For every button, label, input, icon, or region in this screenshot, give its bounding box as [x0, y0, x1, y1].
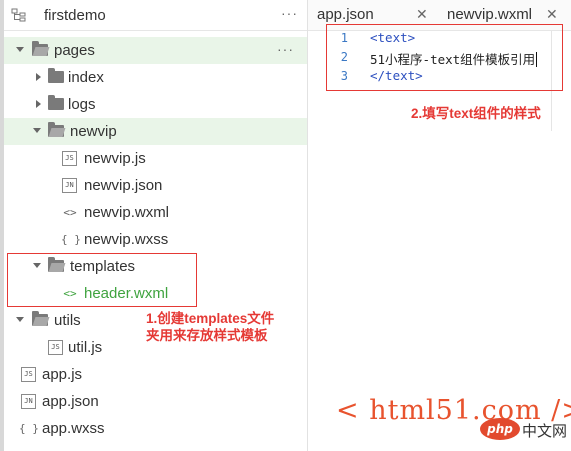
close-icon[interactable]: ✕: [546, 6, 558, 23]
project-more-icon[interactable]: ···: [281, 5, 298, 21]
tree-label: app.js: [42, 366, 83, 383]
tree-label: newvip: [70, 123, 117, 140]
tree-file-newvip-wxml[interactable]: <> newvip.wxml: [4, 199, 307, 226]
close-icon[interactable]: ✕: [416, 6, 428, 23]
file-tree-icon: [11, 8, 26, 22]
tree-file-newvip-wxss[interactable]: { } newvip.wxss: [4, 226, 307, 253]
json-file-icon: JN: [21, 394, 36, 409]
wxss-file-icon: { }: [61, 232, 81, 247]
tab-label: newvip.wxml: [447, 6, 533, 23]
tree-folder-newvip[interactable]: newvip: [4, 118, 307, 145]
tree-file-app-json[interactable]: JN app.json: [4, 388, 307, 415]
tree-label: newvip.wxss: [84, 231, 169, 248]
code-highlight-box: [326, 24, 563, 91]
chevron-down-icon[interactable]: [33, 128, 41, 133]
step2-annotation: 2.填写text组件的样式: [411, 106, 541, 121]
explorer-header: firstdemo ···: [4, 0, 307, 31]
tree-file-newvip-json[interactable]: JN newvip.json: [4, 172, 307, 199]
tree-folder-pages[interactable]: pages ···: [4, 37, 307, 64]
wxss-file-icon: { }: [19, 421, 39, 436]
tab-label: app.json: [317, 6, 374, 23]
chevron-down-icon[interactable]: [16, 47, 24, 52]
js-file-icon: JS: [62, 151, 77, 166]
js-file-icon: JS: [48, 340, 63, 355]
templates-highlight-box: [7, 253, 197, 307]
step1-annotation: 1.创建templates文件 夹用来存放样式模板: [146, 310, 274, 344]
tree-label: newvip.js: [84, 150, 146, 167]
wxml-file-icon: <>: [61, 205, 79, 220]
tree-folder-index[interactable]: index: [4, 64, 307, 91]
tree-file-newvip-js[interactable]: JS newvip.js: [4, 145, 307, 172]
tree-folder-logs[interactable]: logs: [4, 91, 307, 118]
folder-open-icon: [32, 41, 48, 56]
tree-label: utils: [54, 312, 81, 329]
tree-file-app-js[interactable]: JS app.js: [4, 361, 307, 388]
php-logo: php: [480, 418, 520, 440]
code-editor[interactable]: 1 <text> 2 51小程序-text组件模板引用 3 </text> 2.…: [308, 24, 571, 451]
tree-label: util.js: [68, 339, 103, 356]
step1-line1: 1.创建templates文件: [146, 311, 275, 326]
tree-label: index: [68, 69, 104, 86]
chevron-right-icon[interactable]: [36, 73, 41, 81]
chevron-right-icon[interactable]: [36, 100, 41, 108]
folder-more-icon[interactable]: ···: [277, 41, 294, 57]
chevron-down-icon[interactable]: [16, 317, 24, 322]
tree-label: newvip.json: [84, 177, 163, 194]
tree-label: app.json: [42, 393, 99, 410]
folder-open-icon: [32, 311, 48, 326]
tree-label: app.wxss: [42, 420, 105, 437]
tree-file-app-wxss[interactable]: { } app.wxss: [4, 415, 307, 442]
tree-label: logs: [68, 96, 96, 113]
step1-line2: 夹用来存放样式模板: [146, 328, 268, 343]
js-file-icon: JS: [21, 367, 36, 382]
folder-open-icon: [48, 122, 64, 137]
tree-label: newvip.wxml: [84, 204, 170, 221]
watermark-site: 中文网: [522, 423, 568, 440]
file-explorer: firstdemo ··· pages ··· index logs newvi…: [0, 0, 307, 451]
folder-icon: [48, 68, 64, 83]
json-file-icon: JN: [62, 178, 77, 193]
folder-icon: [48, 95, 64, 110]
tree-label: pages: [54, 42, 95, 59]
project-name[interactable]: firstdemo: [44, 7, 106, 24]
